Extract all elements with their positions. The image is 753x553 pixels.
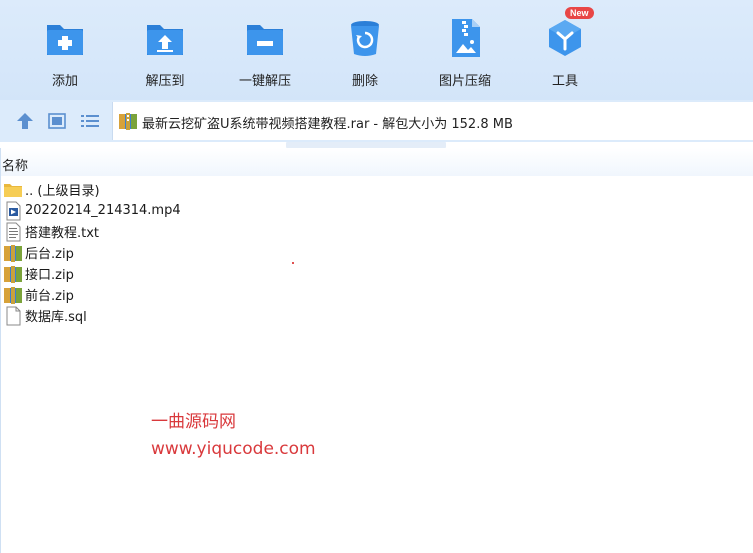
list-view-button[interactable] — [79, 111, 101, 131]
list-item-parent-folder[interactable]: .. (上级目录) — [0, 179, 400, 200]
stray-mark — [292, 262, 294, 264]
rar-archive-icon — [118, 111, 138, 135]
up-button[interactable] — [14, 111, 36, 131]
list-item-label: 数据库.sql — [25, 310, 87, 325]
toolbar: 添加 解压到 一键解压 删除 图片压缩 New 工具 — [0, 0, 753, 100]
list-item-label: 后台.zip — [25, 247, 74, 262]
list-left-border — [0, 148, 1, 553]
recycle-bin-icon — [343, 16, 387, 60]
add-label: 添加 — [51, 74, 78, 89]
folder-plus-icon — [43, 16, 87, 60]
one-click-extract-button[interactable]: 一键解压 — [215, 16, 315, 96]
list-item-label: .. (上级目录) — [25, 184, 100, 199]
folder-extract-icon — [143, 16, 187, 60]
zip-image-icon — [443, 16, 487, 60]
list-item-sql[interactable]: 数据库.sql — [0, 305, 400, 326]
blank-file-icon — [3, 306, 23, 326]
thumbnail-view-icon — [48, 113, 66, 129]
add-button[interactable]: 添加 — [15, 16, 115, 96]
folder-minus-icon — [243, 16, 287, 60]
arrow-up-icon — [17, 113, 33, 129]
archive-path: 最新云挖矿盗U系统带视频搭建教程.rar - 解包大小为 152.8 MB — [142, 117, 513, 132]
archive-icon — [3, 285, 23, 305]
list-item-txt[interactable]: 搭建教程.txt — [0, 221, 400, 242]
address-bar[interactable]: 最新云挖矿盗U系统带视频搭建教程.rar - 解包大小为 152.8 MB — [112, 102, 753, 140]
list-item-zip-frontend[interactable]: 前台.zip — [0, 284, 400, 305]
column-header-name[interactable]: 名称 — [0, 148, 753, 176]
video-file-icon — [3, 201, 23, 221]
one-click-extract-label: 一键解压 — [238, 74, 291, 89]
tools-label: 工具 — [551, 74, 578, 89]
extract-to-button[interactable]: 解压到 — [115, 16, 215, 96]
list-item-label: 搭建教程.txt — [25, 226, 100, 241]
watermark-url: www.yiqucode.com — [151, 439, 316, 459]
list-item-mp4[interactable]: 20220214_214314.mp4 — [0, 200, 400, 221]
new-badge: New — [565, 7, 594, 19]
list-view-icon — [81, 115, 99, 127]
tools-cube-icon: New — [543, 7, 594, 60]
text-file-icon — [3, 222, 23, 242]
folder-icon — [3, 180, 23, 200]
image-compress-button[interactable]: 图片压缩 — [415, 16, 515, 96]
tools-button[interactable]: New 工具 — [515, 7, 615, 96]
column-name-label: 名称 — [2, 159, 29, 174]
navigation-bar: 最新云挖矿盗U系统带视频搭建教程.rar - 解包大小为 152.8 MB — [0, 100, 753, 142]
list-item-zip-backend[interactable]: 后台.zip — [0, 242, 400, 263]
thumbnail-view-button[interactable] — [46, 111, 68, 131]
archive-icon — [3, 264, 23, 284]
watermark-site-name: 一曲源码网 — [151, 412, 236, 432]
list-item-zip-api[interactable]: 接口.zip — [0, 263, 400, 284]
delete-label: 删除 — [351, 74, 378, 89]
delete-button[interactable]: 删除 — [315, 16, 415, 96]
image-compress-label: 图片压缩 — [438, 74, 491, 89]
list-item-label: 20220214_214314.mp4 — [25, 203, 181, 218]
file-list: 名称 .. (上级目录) 20220214_214314.mp4 搭建教程.tx… — [0, 148, 753, 553]
extract-to-label: 解压到 — [145, 74, 185, 89]
list-item-label: 接口.zip — [25, 268, 74, 283]
archive-icon — [3, 243, 23, 263]
list-item-label: 前台.zip — [25, 289, 74, 304]
